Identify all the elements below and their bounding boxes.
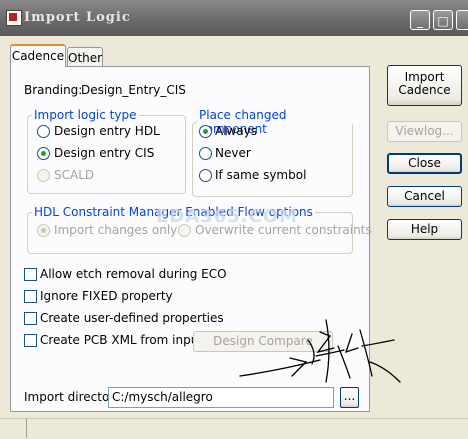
handwritten-scribble bbox=[239, 319, 401, 383]
status-divider bbox=[26, 418, 27, 438]
status-bar bbox=[0, 418, 468, 439]
tab-cadence[interactable]: Cadence bbox=[10, 44, 66, 67]
